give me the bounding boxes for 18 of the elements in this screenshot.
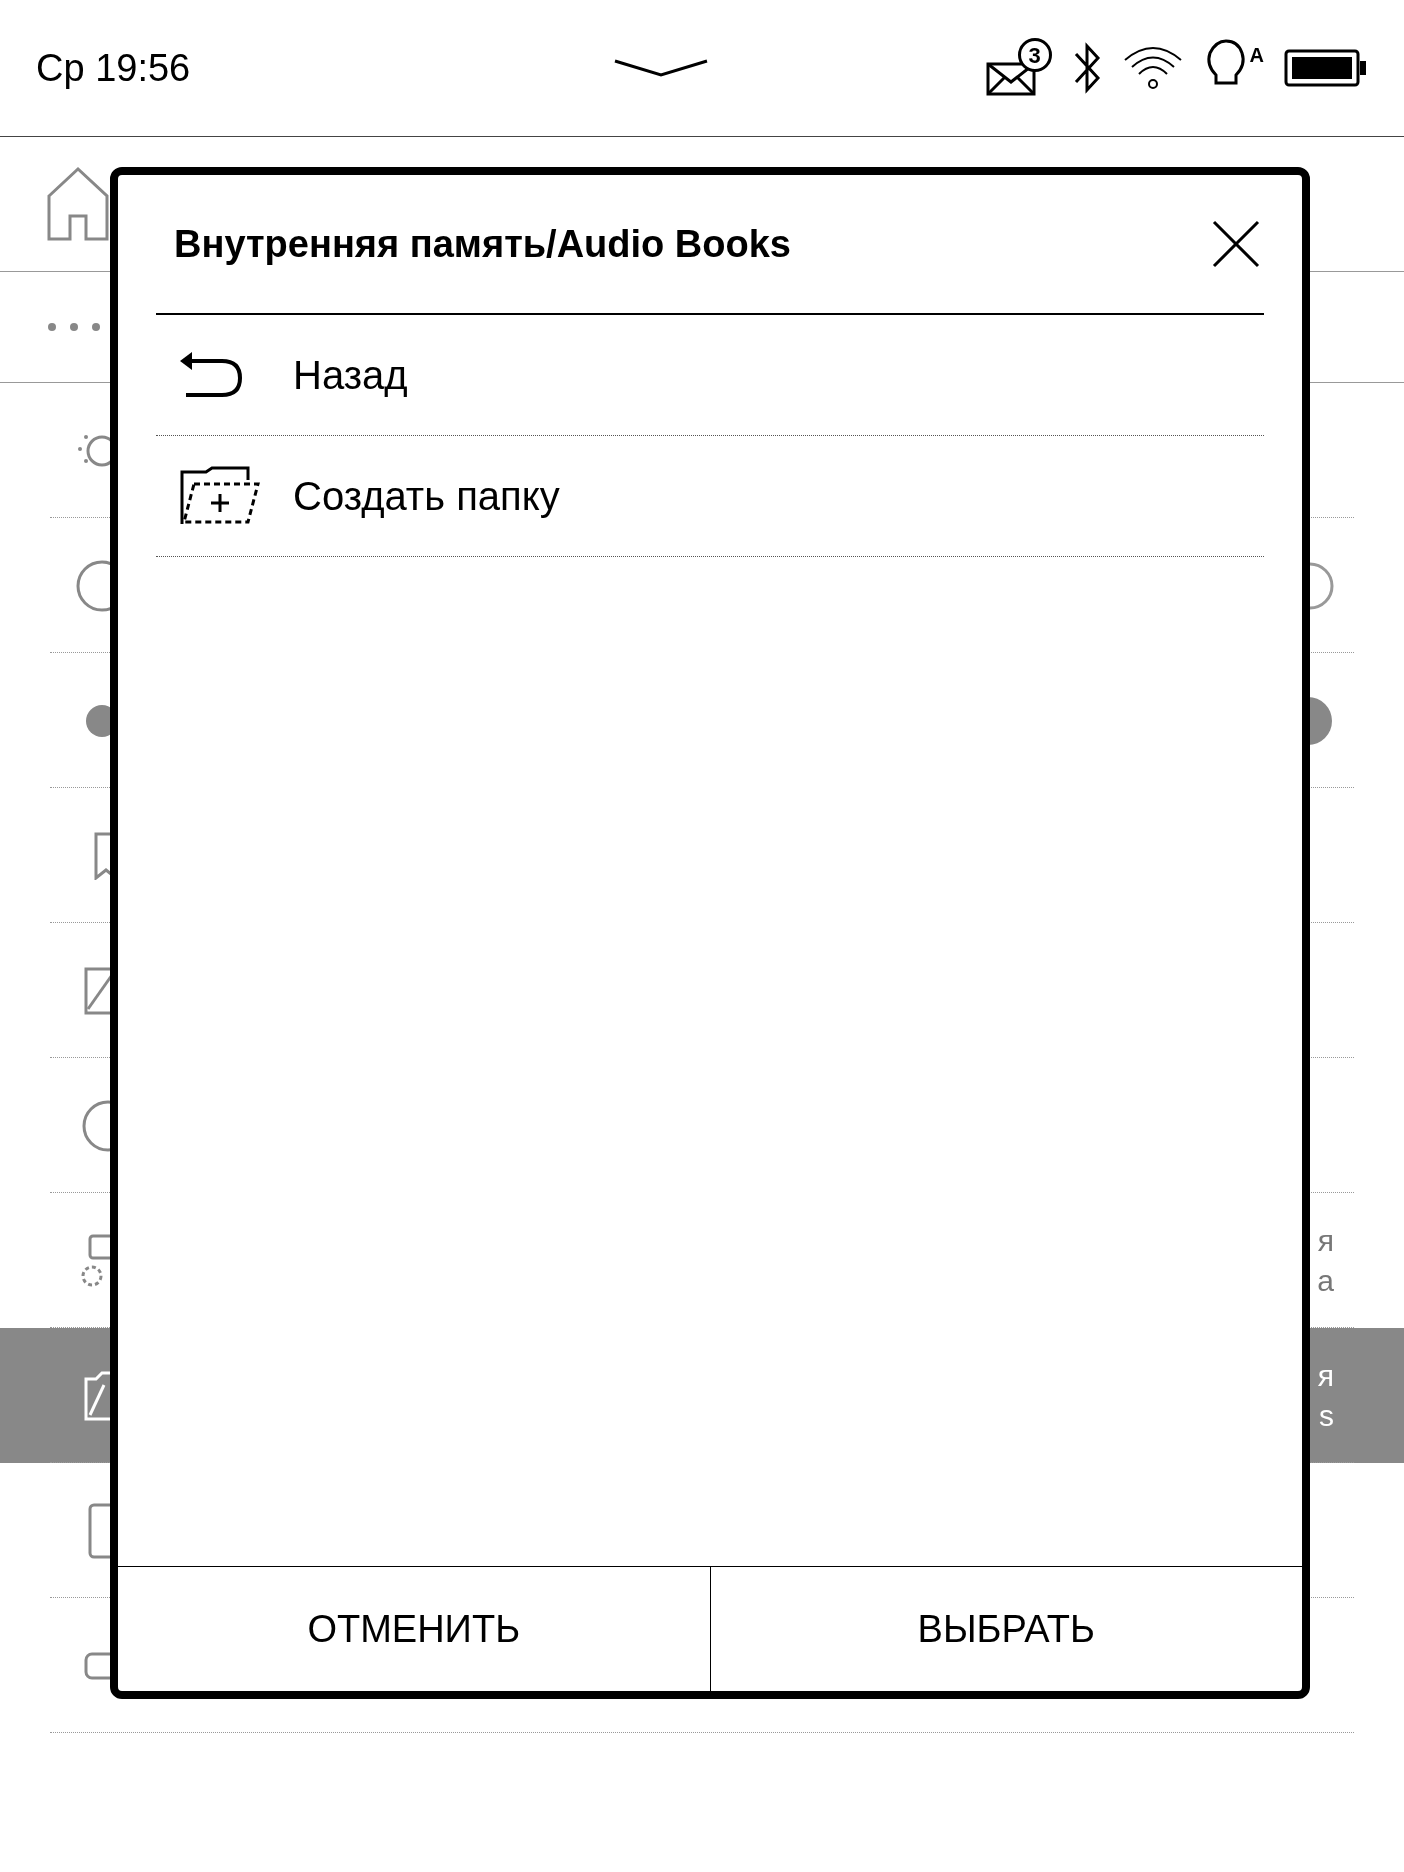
- return-icon: [180, 351, 242, 399]
- dialog-title: Внутренняя память/Audio Books: [173, 221, 791, 267]
- home-icon[interactable]: [46, 166, 110, 242]
- menu-label: s: [1319, 1397, 1334, 1434]
- mail-badge: 3: [1017, 38, 1052, 72]
- dialog-list-item[interactable]: Назад: [156, 315, 1264, 436]
- clock: Ср 19:56: [36, 45, 192, 91]
- new-folder-icon: [180, 466, 262, 526]
- battery-icon[interactable]: [1284, 49, 1368, 87]
- mail-icon[interactable]: [985, 62, 1036, 96]
- light-mode-label: A: [1249, 43, 1264, 68]
- dialog-list-item[interactable]: Создать папку: [156, 436, 1264, 557]
- menu-label: а: [1317, 1262, 1334, 1299]
- menu-label: я: [1317, 1222, 1334, 1259]
- menu-label: я: [1317, 1357, 1334, 1394]
- dialog-button[interactable]: ОТМЕНИТЬ: [118, 1567, 710, 1691]
- dialog-button[interactable]: ВЫБРАТЬ: [709, 1567, 1302, 1691]
- chevron-down-icon[interactable]: [612, 57, 709, 79]
